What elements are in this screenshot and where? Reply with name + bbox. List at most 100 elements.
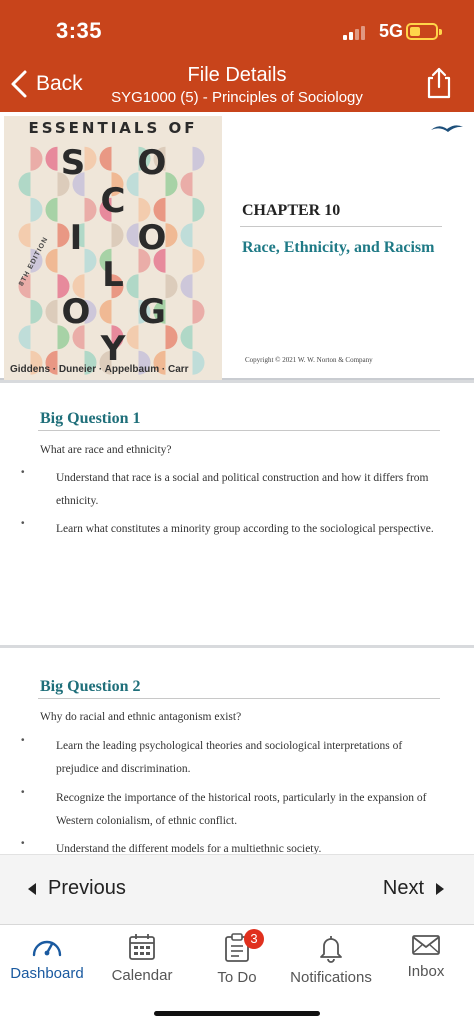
copyright-text: Copyright © 2021 W. W. Norton & Company [245,356,373,364]
title-divider [38,698,440,699]
cover-letter: C [101,181,126,221]
big-question-text: What are race and ethnicity? [40,444,172,456]
file-details-screen: 3:35 5G Back File Details SYG1000 (5) - … [0,0,474,1025]
cover-letter: O [138,218,167,258]
cover-letter: O [62,292,91,332]
calendar-icon [129,934,155,960]
cover-letter: O [138,143,167,183]
next-button[interactable]: Next [383,877,444,900]
slide-big-question-1: Big Question 1 What are race and ethnici… [0,383,474,645]
inbox-icon [412,935,440,955]
cover-pattern-shape [192,197,205,222]
previous-label: Previous [48,877,126,899]
cover-pattern-shape [180,325,193,350]
tab-dashboard[interactable]: Dashboard [0,933,94,993]
battery-icon [406,23,442,40]
status-time: 3:35 [56,18,103,43]
cover-pattern-shape [30,197,43,222]
tab-label: To Do [217,969,257,986]
tab-inbox[interactable]: Inbox [379,933,473,993]
cover-pattern-shape [45,299,58,324]
cover-letter: S [61,143,86,183]
signal-icon [343,24,371,40]
bullet-icon: • [21,518,25,529]
slide-big-question-2: Big Question 2 Why do racial and ethnic … [0,648,474,854]
cover-pattern-shape [180,172,193,197]
triangle-right-icon [436,882,444,895]
chapter-number: CHAPTER 10 [242,202,341,219]
tab-label: Calendar [111,967,173,984]
cover-pattern-shape [111,223,124,248]
cover-pattern-shape [45,248,58,273]
share-icon[interactable] [424,66,454,100]
big-question-title: Big Question 1 [40,410,141,427]
cover-pattern-shape [45,197,58,222]
big-question-text: Why do racial and ethnic antagonism exis… [40,711,242,723]
cover-letter: L [102,255,124,295]
tab-todo[interactable]: 3 To Do [190,929,284,993]
bullet-text: Learn what constitutes a minority group … [56,523,434,535]
title-divider [38,430,440,431]
home-indicator [154,1011,320,1016]
cover-pattern-shape [192,299,205,324]
bullet-icon: • [21,735,25,746]
big-question-title: Big Question 2 [40,678,141,695]
cover-pattern-shape [18,325,31,350]
triangle-left-icon [28,882,36,895]
page-subtitle: SYG1000 (5) - Principles of Sociology [111,89,363,106]
bell-icon [320,936,342,963]
app-header: 3:35 5G Back File Details SYG1000 (5) - … [0,0,474,112]
title-slide: ESSENTIALS OF SOCIOLOGY 8TH EDITION Gidd… [0,112,474,380]
cover-pattern-shape [192,146,205,171]
page-title: File Details [187,64,287,86]
book-cover: ESSENTIALS OF SOCIOLOGY 8TH EDITION Gidd… [4,116,222,380]
cover-letter: G [138,292,166,332]
cover-pattern-shape [18,223,31,248]
cover-pattern-shape [99,146,112,171]
tab-label: Dashboard [10,965,84,982]
cover-pattern-shape [84,197,97,222]
cover-pattern-shape [18,172,31,197]
bullet-text: Understand the different models for a mu… [56,843,322,854]
bullet-icon: • [21,838,25,849]
tab-label: Notifications [290,969,372,986]
cover-pattern-shape [99,299,112,324]
pager-bar: Previous Next [0,854,474,924]
bullet-icon: • [21,467,25,478]
cover-pattern-shape [165,274,178,299]
chapter-divider [240,226,442,227]
cover-pattern-shape [126,274,139,299]
next-label: Next [382,877,424,899]
cover-pattern-shape [84,146,97,171]
cover-pattern-shape [192,350,205,375]
cover-letter: I [70,218,83,258]
previous-button[interactable]: Previous [28,877,126,900]
network-type: 5G [379,21,404,41]
cover-pattern-shape [180,223,193,248]
cover-authors: Giddens · Duneier · Appelbaum · Carr [10,364,189,375]
cover-pattern-shape [165,223,178,248]
cover-pattern-shape [45,146,58,171]
bullet-text: Recognize the importance of the historic… [56,792,427,827]
tab-calendar[interactable]: Calendar [95,933,189,993]
cover-pattern-shape [165,325,178,350]
bullet-text: Understand that race is a social and pol… [56,472,429,507]
cover-pattern-shape [126,325,139,350]
cover-letter: Y [100,329,126,369]
tab-notifications[interactable]: Notifications [284,933,378,993]
bullet-icon: • [21,787,25,798]
cover-pattern-shape [30,299,43,324]
cover-pattern-shape [84,248,97,273]
dashboard-icon [32,940,62,957]
publisher-logo-icon [431,125,463,132]
tab-bar: Dashboard Calendar 3 To Do Notifications… [0,924,474,1025]
tab-label: Inbox [407,963,445,980]
chapter-title: Race, Ethnicity, and Racism [242,239,435,256]
cover-pattern-shape [192,248,205,273]
cover-pattern-shape [180,274,193,299]
cover-pattern-shape [165,172,178,197]
todo-count-badge: 3 [244,929,264,949]
cover-pattern-shape [57,223,70,248]
bullet-text: Learn the leading psychological theories… [56,740,403,775]
document-viewer[interactable]: ESSENTIALS OF SOCIOLOGY 8TH EDITION Gidd… [0,112,474,854]
